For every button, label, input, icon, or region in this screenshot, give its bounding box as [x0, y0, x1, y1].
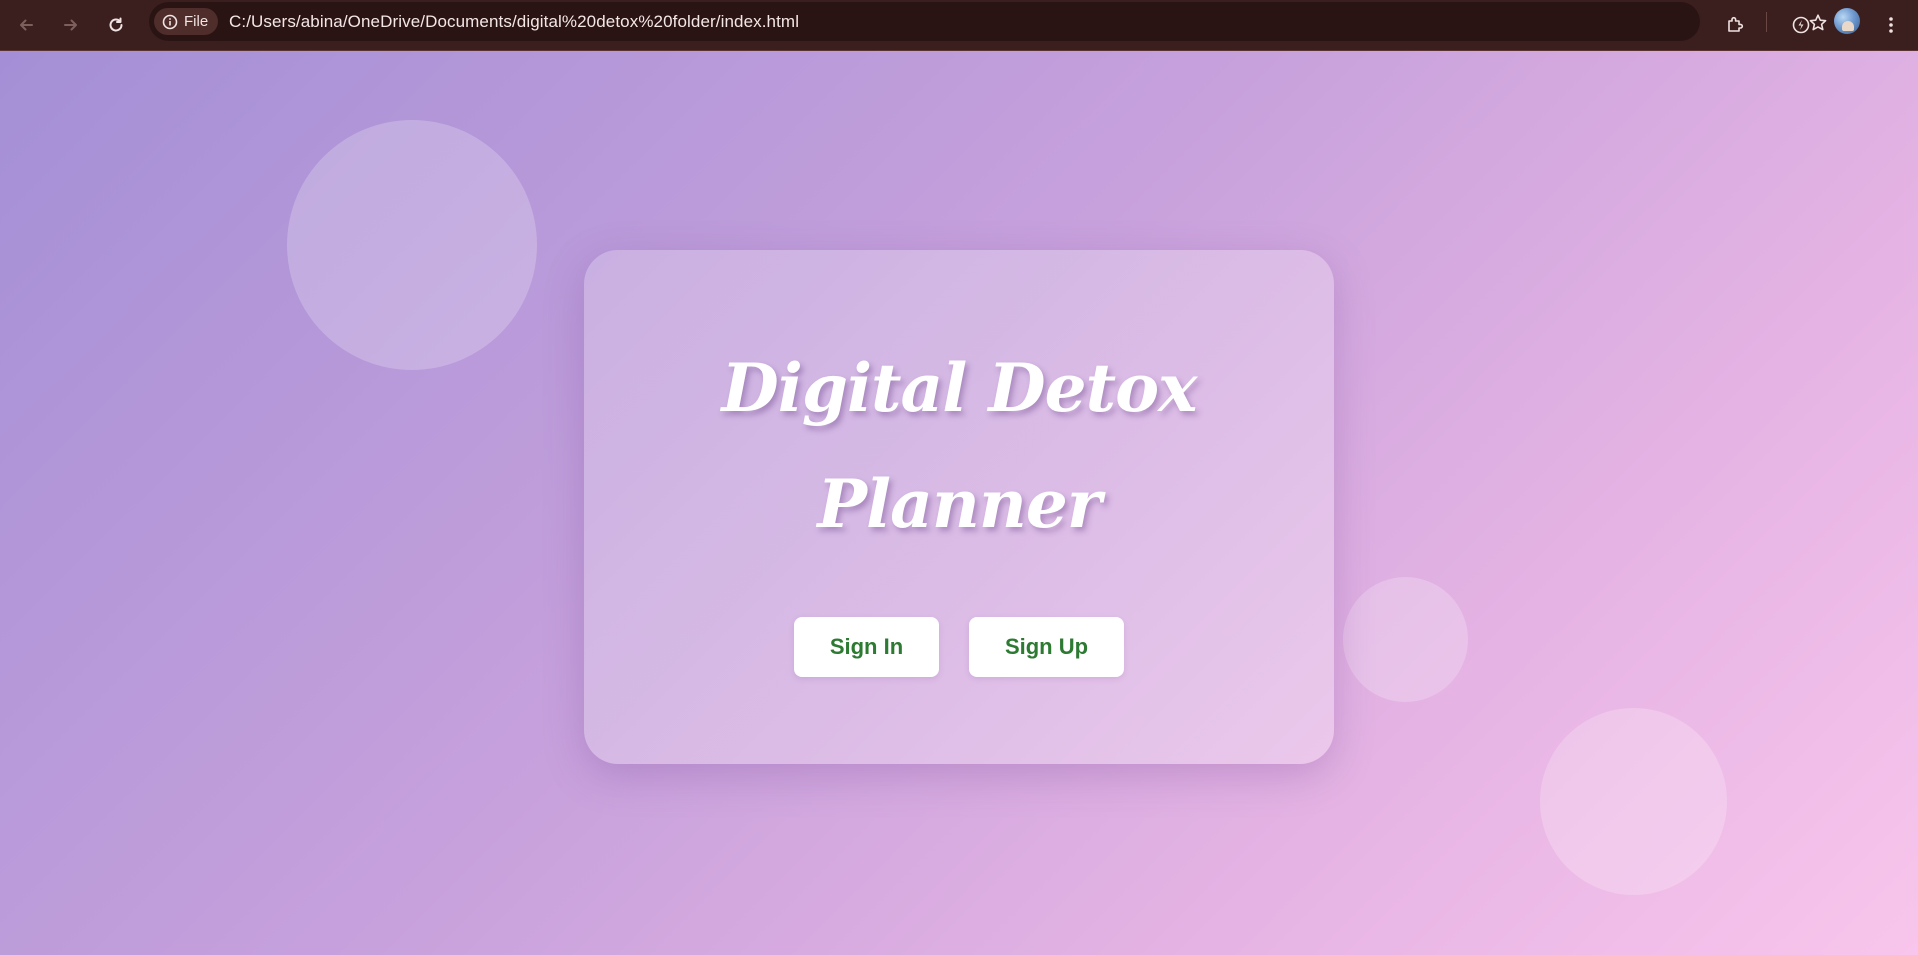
sign-in-button[interactable]: Sign In	[794, 617, 939, 677]
performance-button[interactable]	[1785, 9, 1817, 41]
forward-arrow-icon	[64, 19, 77, 31]
scheme-chip-label: File	[184, 13, 209, 30]
extensions-button[interactable]	[1719, 9, 1751, 41]
address-bar[interactable]: File C:/Users/abina/OneDrive/Documents/d…	[149, 2, 1827, 41]
performance-icon	[1792, 16, 1810, 34]
welcome-card: Digital Detox Planner Sign In Sign Up	[584, 250, 1334, 764]
extensions-icon	[1728, 16, 1744, 32]
browser-toolbar: File C:/Users/abina/OneDrive/Documents/d…	[0, 0, 1918, 51]
reload-icon	[109, 17, 123, 32]
url-text[interactable]: C:/Users/abina/OneDrive/Documents/digita…	[229, 12, 799, 32]
forward-button[interactable]	[55, 9, 87, 41]
sign-up-button[interactable]: Sign Up	[969, 617, 1124, 677]
app-title: Digital Detox Planner	[584, 330, 1334, 562]
decorative-bubble	[287, 120, 537, 370]
toolbar-divider	[1766, 12, 1767, 32]
app-title-line-2: Planner	[817, 465, 1101, 543]
decorative-bubble	[1343, 577, 1468, 702]
back-button[interactable]	[10, 9, 42, 41]
page-viewport: Digital Detox Planner Sign In Sign Up	[0, 51, 1918, 955]
profile-avatar[interactable]	[1834, 8, 1860, 34]
app-title-line-1: Digital Detox	[721, 349, 1198, 427]
site-info-chip[interactable]: File	[154, 8, 219, 35]
decorative-bubble	[1540, 708, 1727, 895]
info-icon	[162, 14, 178, 29]
more-menu-button[interactable]	[1875, 9, 1907, 41]
more-menu-icon	[1889, 17, 1893, 33]
reload-button[interactable]	[100, 9, 132, 41]
back-arrow-icon	[20, 19, 33, 31]
